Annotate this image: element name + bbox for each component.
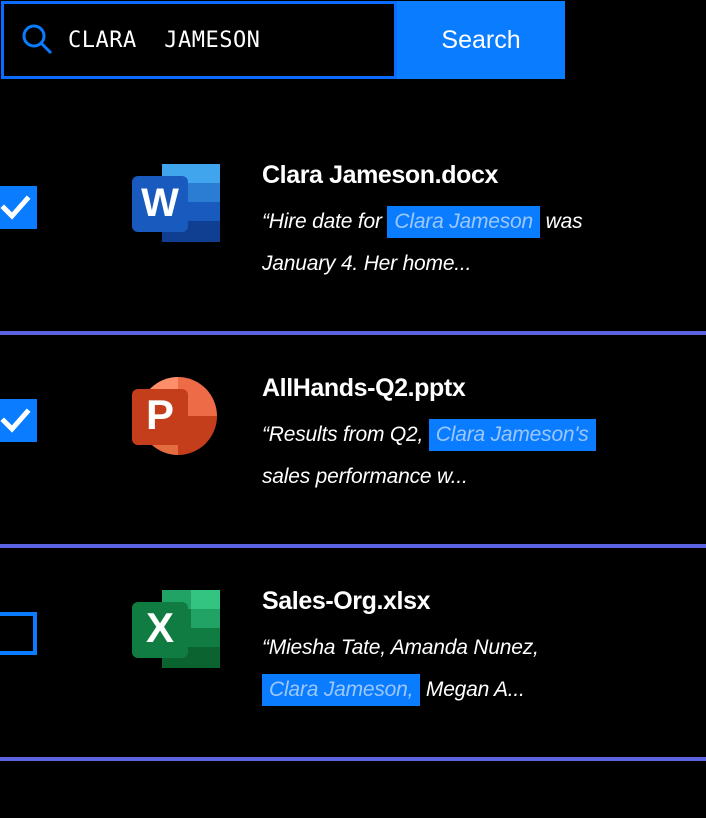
- snippet-pre: “Results from Q2,: [262, 422, 429, 446]
- snippet-highlight: Clara Jameson,: [262, 673, 421, 706]
- snippet-post: Megan A...: [420, 677, 525, 701]
- search-button[interactable]: Search: [397, 1, 565, 79]
- word-document-icon: W: [132, 164, 220, 242]
- snippet-line-1: “Results from Q2, Clara Jameson's: [262, 414, 696, 456]
- snippet-line-2: Clara Jameson, Megan A...: [262, 669, 696, 711]
- svg-text:W: W: [141, 181, 179, 225]
- result-row-2[interactable]: X Sales-Org.xlsx “Miesha Tate, Amanda Nu…: [0, 548, 706, 761]
- snippet-post: was: [540, 209, 583, 233]
- snippet-line-1: “Hire date for Clara Jameson was: [262, 201, 696, 243]
- snippet-highlight: Clara Jameson's: [428, 418, 596, 451]
- result-checkbox-1[interactable]: [0, 399, 37, 442]
- snippet-highlight: Clara Jameson: [387, 205, 541, 238]
- result-checkbox-0[interactable]: [0, 186, 37, 229]
- snippet-line-1: “Miesha Tate, Amanda Nunez,: [262, 635, 539, 659]
- svg-text:P: P: [146, 391, 174, 438]
- search-bar: CLARA JAMESON Search: [1, 1, 565, 79]
- text-cell-1: AllHands-Q2.pptx “Results from Q2, Clara…: [262, 335, 706, 498]
- result-title-1[interactable]: AllHands-Q2.pptx: [262, 374, 696, 403]
- results-list: W Clara Jameson.docx “Hire date for Clar…: [0, 122, 706, 761]
- check-icon: [0, 408, 31, 433]
- powerpoint-presentation-icon: P: [132, 377, 217, 455]
- result-snippet-2: “Miesha Tate, Amanda Nunez, Clara Jameso…: [262, 627, 696, 711]
- check-icon: [0, 195, 31, 220]
- search-input[interactable]: CLARA JAMESON: [1, 1, 397, 79]
- row-divider-2: [0, 757, 706, 761]
- result-row-1[interactable]: P AllHands-Q2.pptx “Results from Q2, Cla…: [0, 335, 706, 548]
- result-snippet-1: “Results from Q2, Clara Jameson's sales …: [262, 414, 696, 498]
- excel-spreadsheet-icon: X: [132, 590, 220, 668]
- result-title-2[interactable]: Sales-Org.xlsx: [262, 587, 696, 616]
- snippet-pre: “Hire date for: [262, 209, 388, 233]
- snippet-line-2: sales performance w...: [262, 464, 468, 488]
- text-cell-0: Clara Jameson.docx “Hire date for Clara …: [262, 122, 706, 285]
- result-row-0[interactable]: W Clara Jameson.docx “Hire date for Clar…: [0, 122, 706, 335]
- result-snippet-0: “Hire date for Clara Jameson was January…: [262, 201, 696, 285]
- result-title-0[interactable]: Clara Jameson.docx: [262, 161, 696, 190]
- svg-text:X: X: [146, 604, 174, 651]
- search-results-page: CLARA JAMESON Search W Clara Jameson.doc…: [0, 0, 706, 818]
- text-cell-2: Sales-Org.xlsx “Miesha Tate, Amanda Nune…: [262, 548, 706, 711]
- search-icon: [22, 24, 53, 55]
- result-checkbox-2[interactable]: [0, 612, 37, 655]
- snippet-line-2: January 4. Her home...: [262, 251, 472, 275]
- search-input-value: CLARA JAMESON: [68, 27, 261, 53]
